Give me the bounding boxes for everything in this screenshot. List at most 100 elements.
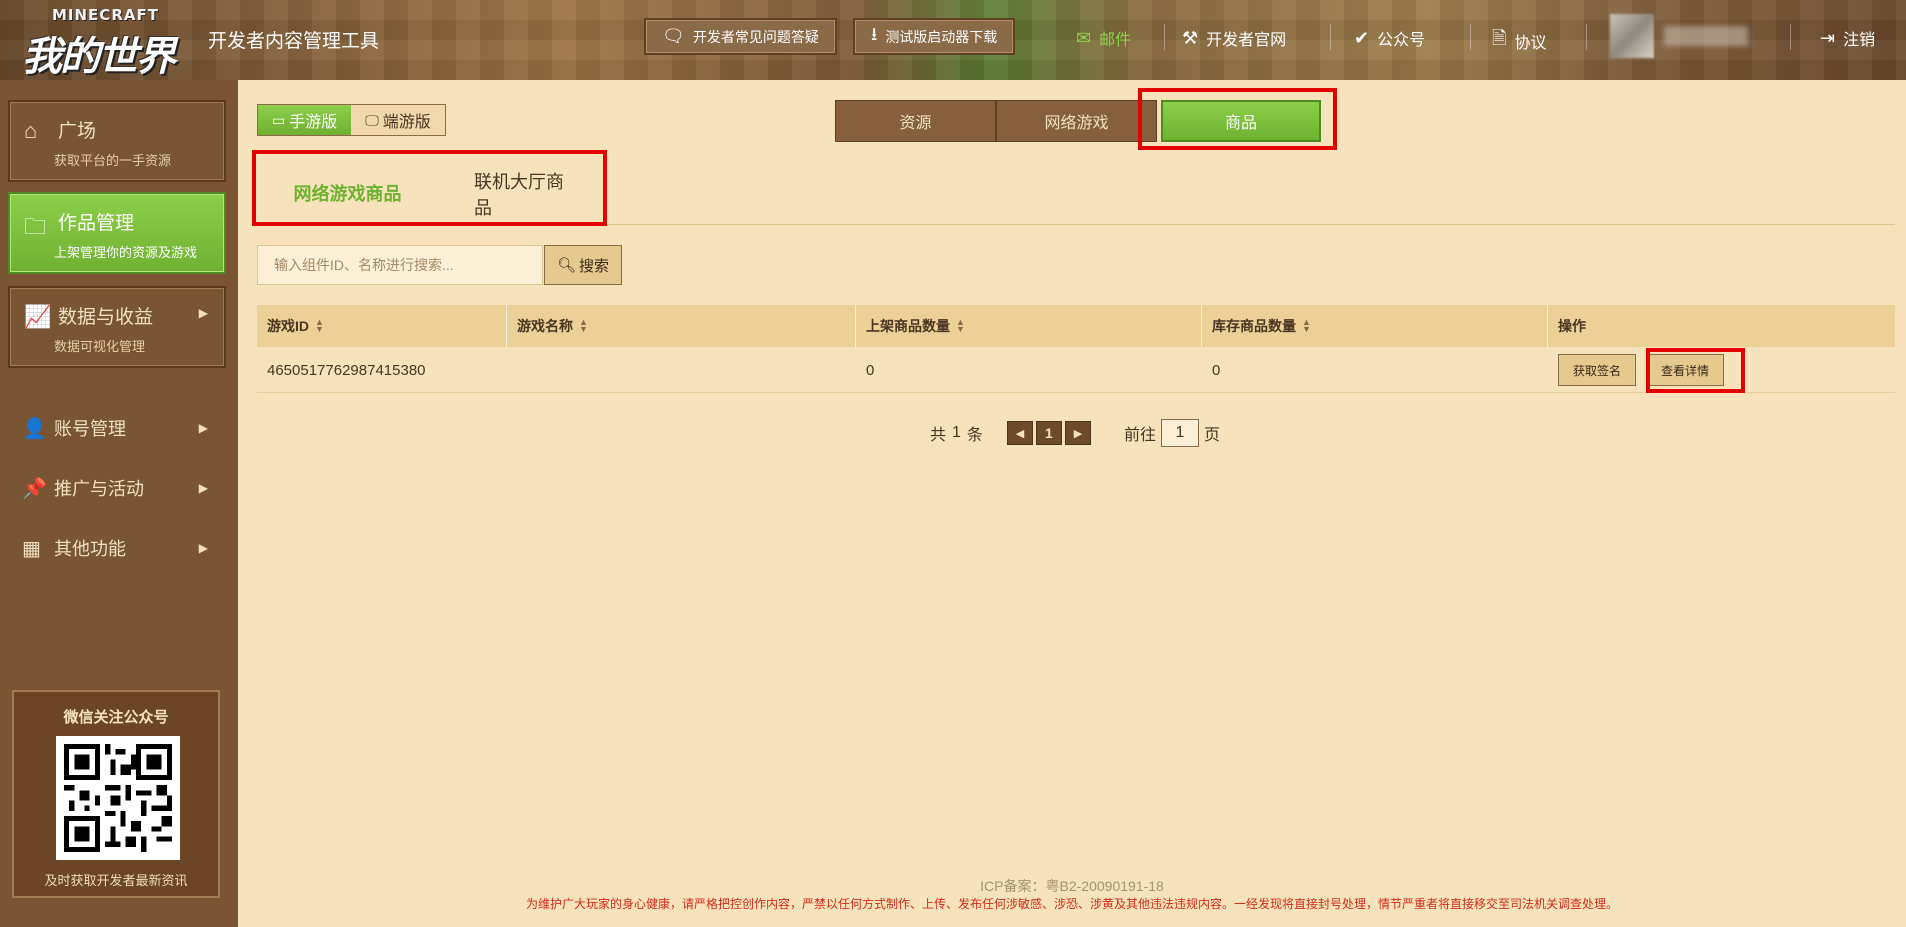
pagination-total-prefix: 共 [930,427,947,444]
badge-icon: ✔ [1354,27,1370,48]
tab-resources[interactable]: 资源 [835,100,996,142]
avatar[interactable] [1610,14,1654,58]
search-input[interactable]: 输入组件ID、名称进行搜索... [257,245,543,285]
subtab-lobby-goods[interactable]: 联机大厅商品 [474,163,574,225]
sidebar: ⌂ 广场 获取平台的一手资源 🗀 作品管理 上架管理你的资源及游戏 📈 数据与收… [0,80,238,927]
cell-stock-count: 0 [1212,361,1221,379]
dev-site-link[interactable]: ⚒ 开发者官网 [1182,26,1286,50]
launcher-download-button[interactable]: ⭳ 测试版启动器下载 [853,18,1016,55]
column-header-game-id[interactable]: 游戏ID ▲ ▼ [257,305,507,347]
pagination: 共 1 条 ◀ 1 ▶ 前往 1 页 [930,419,1220,447]
grid-icon: ▦ [22,537,41,560]
sidebar-card-title: 广场 [58,121,97,142]
minecraft-logo[interactable]: MINECRAFT 我的世界 [22,6,192,80]
top-header: MINECRAFT 我的世界 开发者内容管理工具 🗨 开发者常见问题答疑 ⭳ 测… [0,0,1906,80]
table-row: 4650517762987415380 0 0 获取签名 查看详情 [257,347,1895,393]
official-account-label: 公众号 [1377,32,1426,49]
qr-footer-text: 及时获取开发者最新资讯 [44,873,188,888]
wechat-qr-panel: 微信关注公众号 及时获取开发者最新资讯 [12,690,220,898]
hammer-icon: ⚒ [1182,27,1199,48]
column-header-stock-count[interactable]: 库存商品数量 ▲ ▼ [1202,305,1548,347]
official-account-link[interactable]: ✔ 公众号 [1354,26,1425,50]
document-icon: 🗎 [1492,28,1507,48]
sidebar-item-label: 账号管理 [54,419,126,439]
icp-text: ICP备案：粤B2-20090191-18 [980,878,1164,894]
sidebar-card-data[interactable]: 📈 数据与收益 数据可视化管理 ▶ [8,286,226,368]
qr-title: 微信关注公众号 [63,709,169,726]
sidebar-card-plaza[interactable]: ⌂ 广场 获取平台的一手资源 [8,100,226,182]
logout-icon: ⇥ [1820,27,1836,48]
pagination-total: 1 [952,424,961,441]
platform-mobile-label: 手游版 [289,114,338,131]
home-icon: ⌂ [24,118,38,143]
header-divider [1330,24,1331,50]
table-header: 游戏ID ▲ ▼ 游戏名称 ▲ ▼ 上架商品数量 ▲ ▼ 库存商品数量 ▲ ▼ 操作 [257,305,1895,347]
agreement-label: 协议 [1514,35,1547,52]
app-title: 开发者内容管理工具 [208,31,380,52]
agreement-link[interactable]: 🗎 协议 [1492,26,1547,56]
search-button[interactable]: 🔍︎ 搜索 [544,245,622,285]
goods-table: 游戏ID ▲ ▼ 游戏名称 ▲ ▼ 上架商品数量 ▲ ▼ 库存商品数量 ▲ ▼ 操作 4… [257,305,1895,393]
sort-icon[interactable]: ▲ ▼ [315,318,324,334]
qr-code-image [64,744,172,852]
sidebar-item-promotion[interactable]: 📌 推广与活动 ▶ [22,470,218,506]
logout-link[interactable]: ⇥ 注销 [1820,26,1875,50]
download-button-label: 测试版启动器下载 [885,28,998,45]
column-header-label: 游戏名称 [517,318,573,334]
mail-link[interactable]: ✉ 邮件 [1076,26,1131,50]
sidebar-card-subtitle: 数据可视化管理 [54,339,146,354]
column-header-actions: 操作 [1548,305,1895,347]
username-blurred[interactable] [1664,26,1748,46]
column-header-label: 上架商品数量 [866,318,950,334]
sidebar-card-title: 数据与收益 [58,307,154,328]
cell-game-id: 4650517762987415380 [267,361,426,379]
sidebar-card-subtitle: 获取平台的一手资源 [54,153,172,168]
download-icon: ⭳ [871,23,878,44]
dev-site-label: 开发者官网 [1206,32,1287,49]
page-suffix: 页 [1203,427,1220,444]
sidebar-card-subtitle: 上架管理你的资源及游戏 [54,245,198,260]
sidebar-item-other[interactable]: ▦ 其他功能 ▶ [22,530,218,566]
tab-goods[interactable]: 商品 [1161,100,1321,142]
logout-label: 注销 [1843,32,1876,49]
sidebar-card-title: 作品管理 [58,213,135,234]
column-header-label: 游戏ID [267,318,309,334]
folder-icon: 🗀 [24,214,47,239]
get-signature-button[interactable]: 获取签名 [1558,354,1637,386]
header-divider [1790,24,1791,50]
column-header-game-name[interactable]: 游戏名称 ▲ ▼ [507,305,856,347]
column-header-label: 操作 [1558,318,1586,334]
prev-page-button[interactable]: ◀ [1006,421,1033,445]
view-details-button[interactable]: 查看详情 [1646,354,1725,386]
pagination-total-suffix: 条 [966,427,983,444]
tab-online-games[interactable]: 网络游戏 [996,100,1157,142]
top-tabs: 资源 网络游戏 商品 [835,100,1321,142]
logo-text-en: MINECRAFT [52,6,159,24]
sort-icon[interactable]: ▲ ▼ [579,318,588,334]
chevron-right-icon: ▶ [1073,427,1083,440]
content-notice: 为维护广大玩家的身心健康，请严格把控创作内容，严禁以任何方式制作、上传、发布任何… [525,897,1618,911]
subtab-online-game-goods[interactable]: 网络游戏商品 [257,163,438,225]
sort-icon[interactable]: ▲ ▼ [956,318,965,334]
chart-icon: 📈 [24,304,52,329]
next-page-button[interactable]: ▶ [1064,421,1091,445]
column-header-listed-count[interactable]: 上架商品数量 ▲ ▼ [856,305,1202,347]
sort-icon[interactable]: ▲ ▼ [1302,318,1311,334]
column-header-label: 库存商品数量 [1212,318,1296,334]
sidebar-item-label: 其他功能 [54,539,126,559]
goto-page-input[interactable]: 1 [1160,419,1199,447]
monitor-icon: 🖵 [365,111,379,128]
header-divider [1586,24,1587,50]
chevron-right-icon: ▶ [198,421,208,435]
platform-pc-button[interactable]: 🖵 端游版 [351,105,445,135]
goto-label: 前往 [1123,427,1156,444]
chevron-right-icon: ▶ [198,481,208,495]
page-button-current[interactable]: 1 [1035,421,1062,445]
mail-label: 邮件 [1099,32,1132,49]
platform-pc-label: 端游版 [382,114,431,131]
sidebar-item-account[interactable]: 👤 账号管理 ▶ [22,410,218,446]
sidebar-card-works[interactable]: 🗀 作品管理 上架管理你的资源及游戏 [8,192,226,274]
chevron-right-icon: ▶ [198,306,208,320]
faq-button[interactable]: 🗨 开发者常见问题答疑 [644,18,837,55]
platform-mobile-button[interactable]: ▭ 手游版 [258,105,352,135]
